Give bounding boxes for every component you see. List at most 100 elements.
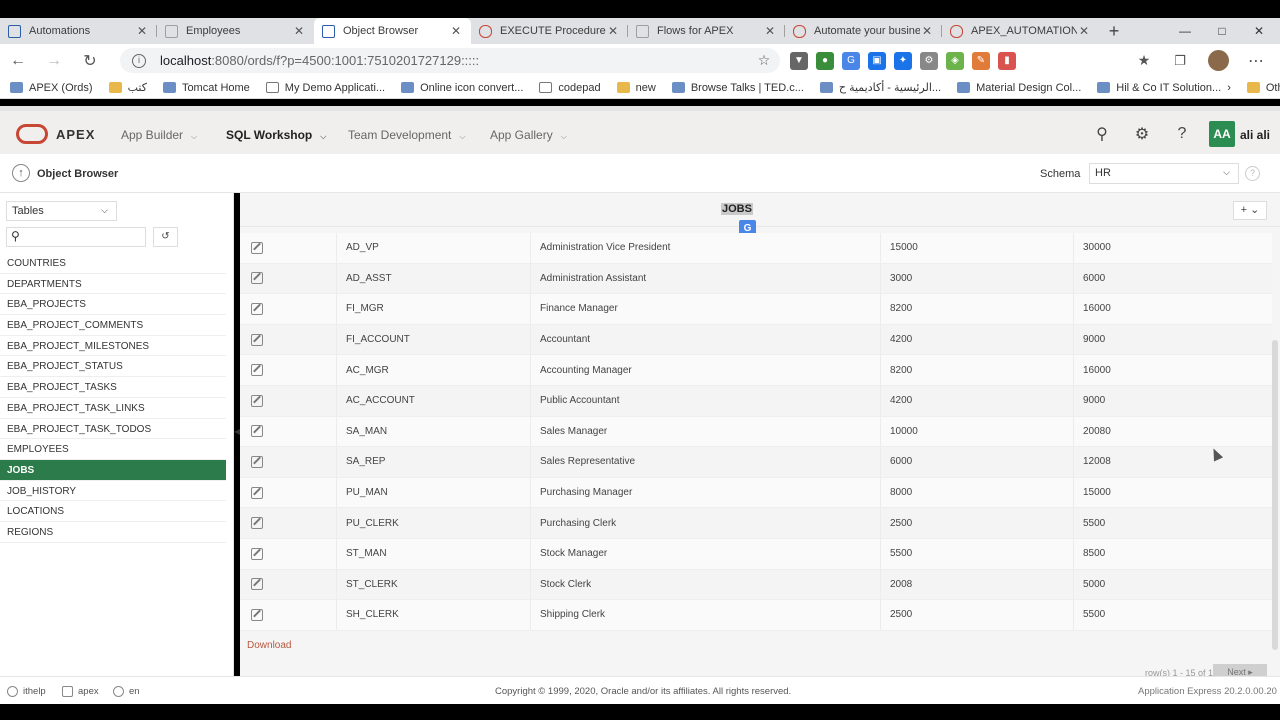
- object-list-item[interactable]: EBA_PROJECTS: [0, 294, 226, 316]
- bookmarks-overflow-icon[interactable]: ›: [1227, 82, 1231, 94]
- browser-tab[interactable]: APEX_AUTOMATION ✕: [942, 18, 1099, 44]
- tool-extension-icon[interactable]: ✎: [972, 51, 990, 70]
- bookmark-item[interactable]: My Demo Applicati...: [265, 82, 385, 94]
- oracle-logo-icon[interactable]: [16, 124, 48, 144]
- vertical-scrollbar[interactable]: [1272, 340, 1278, 650]
- browser-tab[interactable]: EXECUTE Procedure ✕: [471, 18, 628, 44]
- job-id-cell: AD_ASST: [337, 263, 531, 294]
- edit-icon[interactable]: [251, 333, 263, 346]
- object-search-input[interactable]: ⚲: [6, 227, 146, 247]
- bookmark-item[interactable]: Online icon convert...: [401, 82, 523, 94]
- translate-extension-icon[interactable]: G: [842, 51, 860, 70]
- edit-icon[interactable]: [251, 578, 263, 591]
- user-avatar[interactable]: AA: [1209, 121, 1235, 147]
- footer-language[interactable]: en: [113, 686, 140, 697]
- close-tab-icon[interactable]: ✕: [606, 24, 620, 38]
- screen-extension-icon[interactable]: ▣: [868, 51, 886, 70]
- object-list-item[interactable]: COUNTRIES: [0, 253, 226, 274]
- apex-brand[interactable]: APEX: [56, 127, 95, 142]
- bookmark-item[interactable]: APEX (Ords): [10, 82, 93, 94]
- close-tab-icon[interactable]: ✕: [920, 24, 934, 38]
- user-name[interactable]: ali ali: [1240, 128, 1270, 142]
- download-link[interactable]: Download: [247, 640, 291, 651]
- close-tab-icon[interactable]: ✕: [449, 24, 463, 38]
- settings-extension-icon[interactable]: ⚙: [920, 51, 938, 70]
- site-info-icon[interactable]: i: [132, 53, 146, 68]
- administration-icon[interactable]: ⚙: [1131, 123, 1153, 145]
- help-icon[interactable]: ?: [1171, 123, 1193, 145]
- edit-icon[interactable]: [251, 394, 263, 407]
- menu-team-development[interactable]: Team Development ⌵: [348, 128, 465, 142]
- object-list-item[interactable]: EBA_PROJECT_COMMENTS: [0, 315, 226, 336]
- globe-extension-icon[interactable]: ●: [816, 51, 834, 70]
- edit-icon[interactable]: [251, 302, 263, 315]
- bookmark-item[interactable]: Tomcat Home: [162, 82, 250, 94]
- puzzle-extension-icon[interactable]: ✦: [894, 51, 912, 70]
- object-list-item[interactable]: LOCATIONS: [0, 501, 226, 522]
- browser-tab[interactable]: Flows for APEX ✕: [628, 18, 785, 44]
- up-arrow-icon[interactable]: ↑: [12, 164, 30, 182]
- other-favorites[interactable]: Other favorites: [1246, 82, 1280, 94]
- search-icon[interactable]: ⚲: [1091, 123, 1113, 145]
- edit-icon[interactable]: [251, 517, 263, 530]
- edit-icon[interactable]: [251, 364, 263, 377]
- forward-button[interactable]: →: [36, 44, 72, 77]
- object-list-item[interactable]: EBA_PROJECT_TASK_TODOS: [0, 419, 226, 440]
- favorites-icon[interactable]: ★: [1126, 44, 1162, 77]
- object-list-item[interactable]: EBA_PROJECT_TASKS: [0, 377, 226, 398]
- refresh-button[interactable]: ↺: [153, 227, 178, 247]
- edit-icon[interactable]: [251, 455, 263, 468]
- bookmark-item[interactable]: new: [616, 82, 656, 94]
- pocket-extension-icon[interactable]: ▼: [790, 51, 808, 70]
- collections-icon[interactable]: ❐: [1162, 44, 1198, 77]
- close-tab-icon[interactable]: ✕: [292, 24, 306, 38]
- browser-tab[interactable]: Object Browser ✕: [314, 18, 471, 44]
- help-icon[interactable]: ?: [1245, 166, 1260, 181]
- new-tab-button[interactable]: +: [1099, 18, 1129, 44]
- edit-icon[interactable]: [251, 272, 263, 285]
- bookmark-item[interactable]: codepad: [539, 82, 601, 94]
- menu-app-builder[interactable]: App Builder ⌵: [121, 128, 197, 142]
- bookmark-item[interactable]: Hil & Co IT Solution...: [1097, 82, 1221, 94]
- more-menu-icon[interactable]: ⋯: [1238, 44, 1274, 77]
- browser-tab[interactable]: Employees ✕: [157, 18, 314, 44]
- object-list-item[interactable]: EBA_PROJECT_STATUS: [0, 356, 226, 378]
- profile-avatar[interactable]: [1208, 50, 1229, 71]
- edit-icon[interactable]: [251, 608, 263, 621]
- pdf-extension-icon[interactable]: ▮: [998, 51, 1016, 70]
- leaf-extension-icon[interactable]: ◈: [946, 51, 964, 70]
- close-tab-icon[interactable]: ✕: [1077, 24, 1091, 38]
- browser-tab[interactable]: Automations ✕: [0, 18, 157, 44]
- object-list-item[interactable]: EMPLOYEES: [0, 439, 226, 460]
- bookmark-star-icon[interactable]: ☆: [746, 44, 782, 77]
- object-list-item[interactable]: DEPARTMENTS: [0, 274, 226, 295]
- schema-select[interactable]: HR ⌵: [1089, 163, 1239, 184]
- edit-icon[interactable]: [251, 425, 263, 438]
- close-window-button[interactable]: ✕: [1236, 18, 1280, 44]
- url-field[interactable]: i localhost:8080/ords/f?p=4500:1001:7510…: [120, 48, 780, 73]
- object-list-item[interactable]: EBA_PROJECT_TASK_LINKS: [0, 398, 226, 419]
- object-list-item[interactable]: EBA_PROJECT_MILESTONES: [0, 336, 226, 357]
- menu-sql-workshop[interactable]: SQL Workshop ⌵: [226, 128, 326, 142]
- object-list-item[interactable]: JOB_HISTORY: [0, 481, 226, 502]
- menu-app-gallery[interactable]: App Gallery ⌵: [490, 128, 567, 142]
- create-menu-button[interactable]: + ⌄: [1233, 201, 1267, 220]
- bookmark-label: Online icon convert...: [420, 81, 524, 94]
- bookmark-item[interactable]: كتب: [108, 81, 147, 94]
- close-tab-icon[interactable]: ✕: [763, 24, 777, 38]
- object-type-select[interactable]: Tables ⌵: [6, 201, 117, 221]
- browser-tab[interactable]: Automate your busine ✕: [785, 18, 942, 44]
- close-tab-icon[interactable]: ✕: [135, 24, 149, 38]
- bookmark-item[interactable]: Browse Talks | TED.c...: [671, 82, 804, 94]
- footer-user[interactable]: ithelp: [7, 686, 46, 697]
- object-list-item[interactable]: JOBS: [0, 459, 226, 481]
- object-list-item[interactable]: REGIONS: [0, 522, 226, 543]
- edit-icon[interactable]: [251, 241, 263, 254]
- bookmark-item[interactable]: الرئيسية - أكاديمية ح...: [819, 81, 941, 94]
- footer-workspace[interactable]: apex: [62, 686, 99, 697]
- edit-icon[interactable]: [251, 486, 263, 499]
- back-button[interactable]: ←: [0, 44, 36, 77]
- bookmark-item[interactable]: Material Design Col...: [957, 82, 1081, 94]
- reload-button[interactable]: ↻: [72, 44, 108, 77]
- edit-icon[interactable]: [251, 547, 263, 560]
